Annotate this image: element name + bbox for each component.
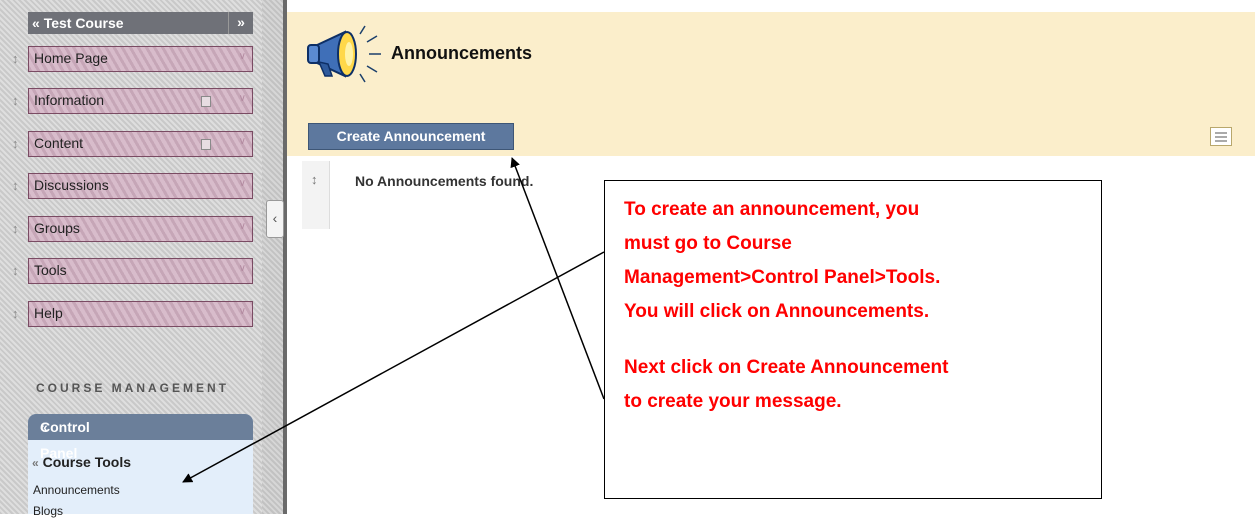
callout-line: Management>Control Panel>Tools.	[624, 267, 941, 288]
arrow-to-create-button	[510, 157, 605, 400]
callout-line: To create an announcement, you	[624, 199, 920, 220]
callout-line: to create your message.	[624, 391, 842, 412]
callout-line: must go to Course	[624, 233, 792, 254]
instruction-callout: To create an announcement, you must go t…	[604, 180, 1102, 499]
arrow-to-announcements-link	[182, 251, 605, 483]
callout-line: You will click on Announcements.	[624, 301, 930, 322]
callout-line: Next click on Create Announcement	[624, 357, 949, 378]
